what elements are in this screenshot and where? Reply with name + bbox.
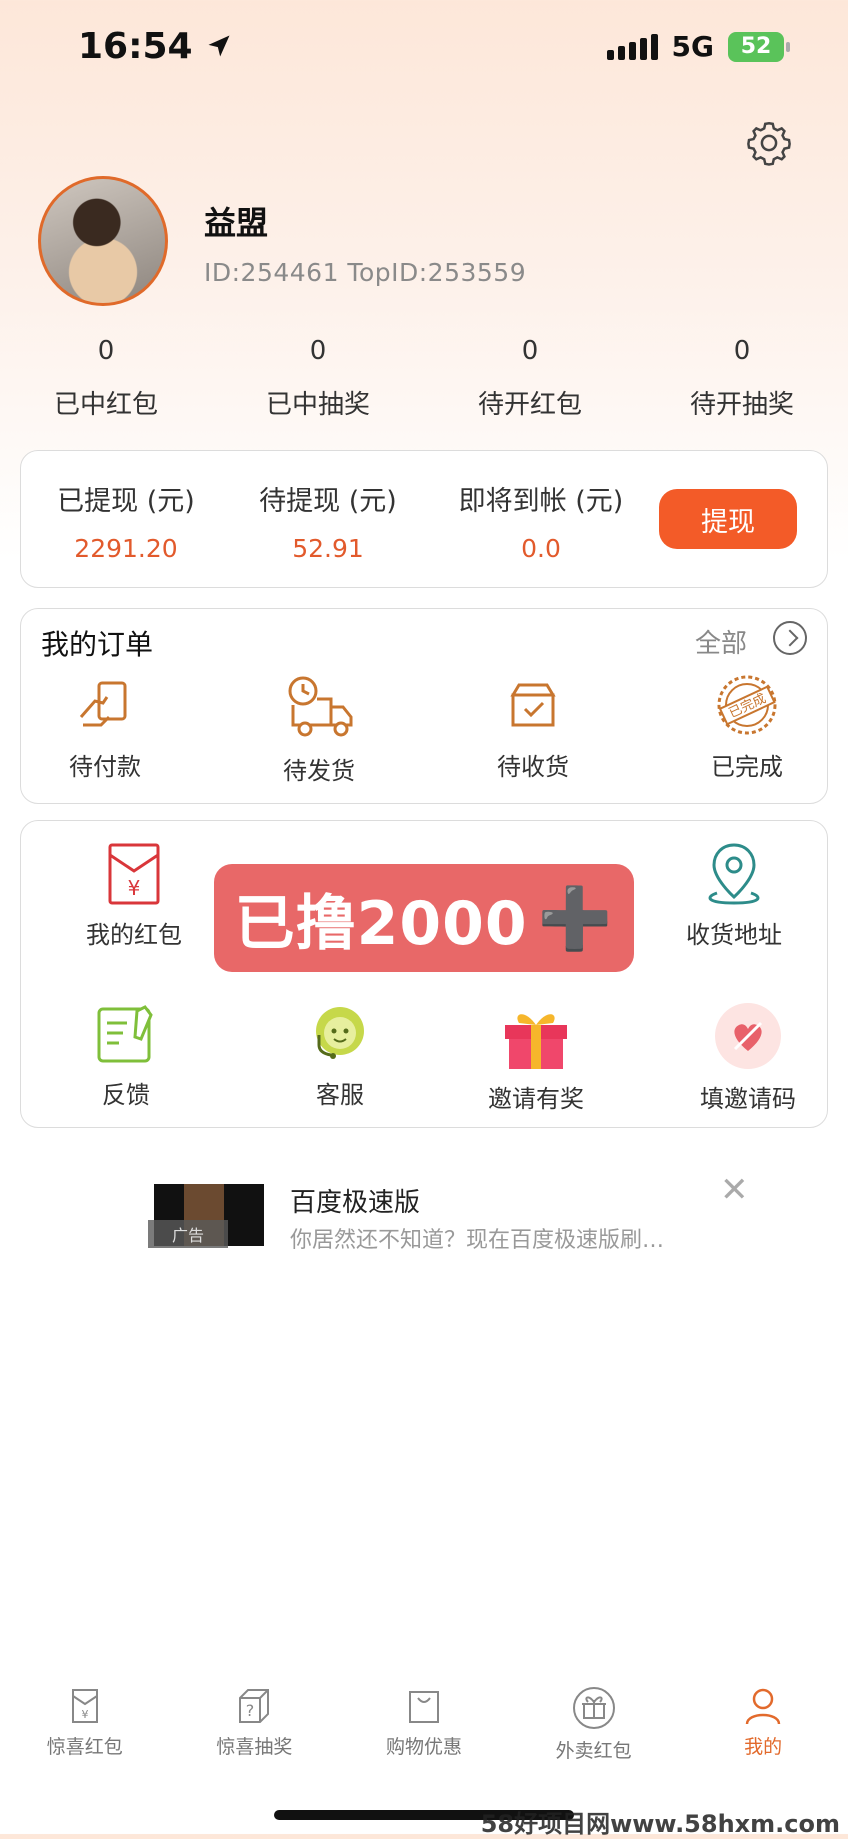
status-indicators: 5G 52: [606, 30, 790, 63]
withdraw-card: 已提现 (元) 2291.20 待提现 (元) 52.91 即将到帐 (元) 0…: [20, 450, 828, 588]
tab-mine[interactable]: 我的: [678, 1660, 848, 1770]
withdrawn-amount: 已提现 (元) 2291.20: [57, 486, 195, 563]
tab-surprise-lottery[interactable]: ? 惊喜抽奖: [170, 1660, 340, 1770]
tab-bar: ¥ 惊喜红包 ? 惊喜抽奖 购物优惠 外卖红包 我的: [0, 1660, 848, 1770]
stat-label: 待开抽奖: [689, 390, 794, 420]
lottery-tab-icon: ?: [239, 1689, 270, 1723]
takeout-gift-icon: [572, 1687, 615, 1729]
order-pending-payment[interactable]: 待付款: [35, 673, 175, 782]
stat-pending-lottery[interactable]: 0 待开抽奖: [636, 336, 848, 421]
plus-icon: ➕: [537, 883, 614, 954]
envelope-tab-icon: ¥: [71, 1689, 98, 1723]
user-icon: [745, 1688, 781, 1725]
tab-takeout-envelope[interactable]: 外卖红包: [509, 1660, 679, 1770]
service-enter-invite-code[interactable]: 填邀请码: [663, 1001, 833, 1114]
feedback-icon: [97, 1005, 153, 1063]
ad-title[interactable]: 百度极速版: [290, 1182, 420, 1219]
ad-tag: 广告: [148, 1220, 228, 1248]
service-shipping-address[interactable]: 收货地址: [649, 841, 819, 950]
stat-pending-envelopes[interactable]: 0 待开红包: [424, 336, 636, 421]
orders-all-link[interactable]: 全部: [695, 623, 747, 660]
svg-text:?: ?: [246, 1701, 255, 1720]
box-icon: [510, 683, 556, 727]
invite-code-icon: [715, 1003, 781, 1069]
service-invite-reward[interactable]: 邀请有奖: [451, 1001, 621, 1114]
withdraw-button[interactable]: 提现: [659, 489, 797, 549]
stats-row: 0 已中红包 0 已中抽奖 0 待开红包 0 待开抽奖: [0, 336, 848, 421]
pending-withdraw-amount: 待提现 (元) 52.91: [259, 486, 397, 563]
service-customer-service[interactable]: 客服: [255, 1001, 425, 1110]
username: 益盟: [204, 204, 269, 242]
stat-value: 0: [733, 336, 751, 366]
stat-won-lottery[interactable]: 0 已中抽奖: [212, 336, 424, 421]
stat-label: 待开红包: [477, 390, 582, 420]
overlay-banner: 已撸2000 ➕: [214, 864, 634, 972]
arriving-amount: 即将到帐 (元) 0.0: [458, 486, 624, 563]
order-pending-shipment[interactable]: 待发货: [249, 673, 389, 786]
signal-icon: [606, 33, 658, 60]
gift-icon: [505, 1014, 567, 1069]
svg-text:¥: ¥: [128, 876, 141, 900]
order-pending-receipt[interactable]: 待收货: [463, 673, 603, 782]
network-type: 5G: [671, 30, 714, 63]
tab-shopping-deals[interactable]: 购物优惠: [339, 1660, 509, 1770]
gear-icon[interactable]: [744, 118, 794, 168]
stat-value: 0: [521, 336, 539, 366]
payment-icon: [79, 681, 127, 727]
user-id: ID:254461 TopID:253559: [204, 258, 527, 287]
customer-service-icon: [316, 1007, 364, 1059]
ad-description[interactable]: 你居然还不知道？现在百度极速版刷…: [290, 1222, 664, 1254]
orders-title: 我的订单: [41, 628, 154, 661]
stat-label: 已中抽奖: [265, 390, 370, 420]
location-arrow-icon: [208, 35, 230, 57]
truck-icon: [288, 676, 353, 737]
order-completed[interactable]: 已完成 已完成: [677, 673, 817, 782]
avatar[interactable]: [38, 176, 168, 306]
completed-stamp-icon: 已完成: [717, 675, 777, 735]
stat-won-envelopes[interactable]: 0 已中红包: [0, 336, 212, 421]
service-my-envelopes[interactable]: ¥ 我的红包: [49, 841, 219, 950]
tab-surprise-envelope[interactable]: ¥ 惊喜红包: [0, 1660, 170, 1770]
service-feedback[interactable]: 反馈: [41, 1001, 211, 1110]
stat-value: 0: [309, 336, 327, 366]
orders-card: 我的订单 全部 待付款 待发货 待收货 已完成 已完成: [20, 608, 828, 804]
shopping-bag-icon: [408, 1691, 439, 1723]
status-time: 16:54: [78, 26, 233, 67]
battery-icon: 52: [728, 31, 790, 62]
stat-value: 0: [97, 336, 115, 366]
location-icon: [708, 843, 760, 905]
red-envelope-icon: ¥: [108, 843, 160, 905]
svg-text:¥: ¥: [81, 1708, 88, 1721]
close-icon[interactable]: ✕: [720, 1170, 749, 1210]
chevron-right-icon[interactable]: [773, 621, 807, 655]
stat-label: 已中红包: [53, 390, 158, 420]
